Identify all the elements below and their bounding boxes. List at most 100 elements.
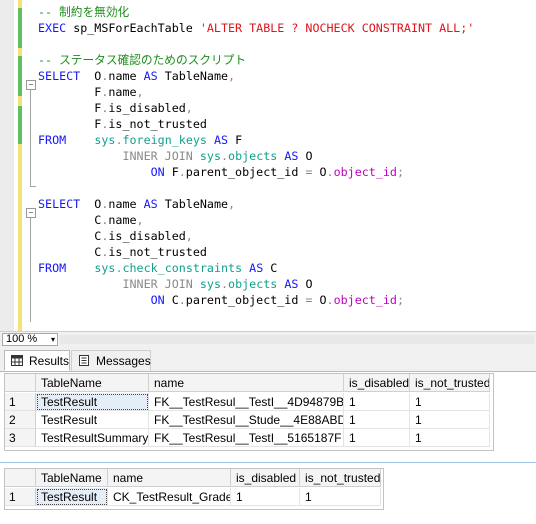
code-token: F <box>38 85 102 99</box>
code-line[interactable]: ON F.parent_object_id = O.object_id; <box>38 164 404 180</box>
code-token: objects <box>228 149 278 163</box>
code-token: , <box>228 69 236 83</box>
column-header[interactable]: TableName <box>36 374 149 392</box>
column-header[interactable]: is_not_trusted <box>410 374 490 392</box>
code-token: sys <box>199 277 221 291</box>
code-line[interactable]: FROM sys.check_constraints AS C <box>38 260 277 276</box>
code-line[interactable]: SELECT O.name AS TableName, <box>38 68 235 84</box>
results-tab-bar: Results Messages <box>0 347 536 372</box>
code-token: ; <box>396 165 404 179</box>
code-line[interactable]: INNER JOIN sys.objects AS O <box>38 276 313 292</box>
grid-cell[interactable]: FK__TestResul__TestI__4D94879B <box>149 393 344 411</box>
code-token: , <box>185 101 193 115</box>
code-token: AS <box>249 261 264 275</box>
code-token: AS <box>284 149 299 163</box>
change-bar-saved <box>18 96 22 106</box>
collapse-toggle[interactable]: − <box>26 80 36 90</box>
code-token: F <box>228 133 243 147</box>
change-bar-edited <box>18 56 22 96</box>
collapse-toggle[interactable]: − <box>26 208 36 218</box>
code-line[interactable]: F.is_not_trusted <box>38 116 207 132</box>
code-token: , <box>228 197 236 211</box>
results-grid-2[interactable]: TableName name is_disabled is_not_trusted 1 T… <box>4 468 384 510</box>
code-token: INNER JOIN <box>122 149 193 163</box>
code-line[interactable]: C.is_disabled, <box>38 228 193 244</box>
tab-results[interactable]: Results <box>4 350 70 371</box>
grid-cell[interactable]: 1 <box>231 488 300 506</box>
grid-cell[interactable]: CK_TestResult_Grade <box>108 488 231 506</box>
code-line[interactable]: F.is_disabled, <box>38 100 193 116</box>
code-line[interactable]: -- ステータス確認のためのスクリプト <box>38 52 246 68</box>
grid-cell[interactable]: FK__TestResul__TestI__5165187F <box>149 429 344 447</box>
code-token: AS <box>143 69 158 83</box>
code-line[interactable]: EXEC sp_MSForEachTable 'ALTER TABLE ? NO… <box>38 20 474 36</box>
code-token: C <box>164 293 179 307</box>
row-number[interactable]: 3 <box>5 429 36 447</box>
code-token: O <box>312 293 327 307</box>
code-token: name <box>108 69 144 83</box>
zoom-value: 100 % <box>6 333 38 345</box>
grid-cell[interactable]: 1 <box>410 429 490 447</box>
grid-cell[interactable]: FK__TestResul__Stude__4E88ABD4 <box>149 411 344 429</box>
code-line[interactable]: F.name, <box>38 84 143 100</box>
code-token: F <box>38 101 102 115</box>
code-token: name <box>108 85 137 99</box>
code-line[interactable]: -- 制約を無効化 <box>38 4 129 20</box>
grid-cell[interactable]: 1 <box>344 429 410 447</box>
row-number[interactable]: 2 <box>5 411 36 429</box>
code-line[interactable]: C.name, <box>38 212 144 228</box>
code-token: . <box>178 165 186 179</box>
grid-splitter[interactable] <box>0 462 536 463</box>
results-grid-1[interactable]: TableName name is_disabled is_not_trusted 1 T… <box>4 373 494 451</box>
column-header[interactable]: is_disabled <box>231 469 300 487</box>
code-token: . <box>326 293 334 307</box>
change-bar-saved <box>18 48 22 56</box>
code-line[interactable]: SELECT O.name AS TableName, <box>38 196 235 212</box>
code-token: O <box>298 277 313 291</box>
code-token: O <box>80 197 102 211</box>
grid-cell[interactable]: 1 <box>344 411 410 429</box>
code-token: C <box>38 245 102 259</box>
code-token: is_not_trusted <box>108 117 207 131</box>
column-header[interactable]: name <box>108 469 231 487</box>
column-header[interactable]: is_not_trusted <box>300 469 381 487</box>
code-line[interactable]: INNER JOIN sys.objects AS O <box>38 148 312 164</box>
code-line[interactable]: FROM sys.foreign_keys AS F <box>38 132 242 148</box>
editor-status-strip: 100 % ▾ <box>0 331 536 347</box>
zoom-dropdown[interactable]: 100 % ▾ <box>2 333 58 346</box>
row-number[interactable]: 1 <box>5 488 36 506</box>
grid-cell[interactable]: 1 <box>410 411 490 429</box>
code-token: ; <box>396 293 404 307</box>
row-number[interactable]: 1 <box>5 393 36 411</box>
code-line[interactable]: ON C.parent_object_id = O.object_id; <box>38 292 404 308</box>
grid-cell[interactable]: 1 <box>410 393 490 411</box>
column-header[interactable]: name <box>149 374 344 392</box>
grid-corner[interactable] <box>5 374 36 392</box>
outline-guide-end <box>30 186 36 187</box>
grid-cell[interactable]: 1 <box>344 393 410 411</box>
column-header[interactable]: is_disabled <box>344 374 410 392</box>
horizontal-scrollbar[interactable] <box>60 335 534 344</box>
grid-cell[interactable]: TestResult <box>36 488 108 506</box>
tab-results-label: Results <box>29 354 70 368</box>
query-editor[interactable]: − − -- 制約を無効化 EXEC sp_MSForEachTable 'ALT… <box>0 0 536 331</box>
code-token: objects <box>228 277 278 291</box>
column-header[interactable]: TableName <box>36 469 108 487</box>
grid-corner[interactable] <box>5 469 36 487</box>
code-token: , <box>136 213 144 227</box>
code-token: name <box>108 213 137 227</box>
tab-messages[interactable]: Messages <box>71 350 151 371</box>
code-token: check_constraints <box>122 261 243 275</box>
code-line[interactable]: C.is_not_trusted <box>38 244 207 260</box>
code-token: sys <box>94 133 116 147</box>
grid-cell[interactable]: TestResultSummary <box>36 429 149 447</box>
change-bar-saved <box>18 0 22 8</box>
code-token: ON <box>150 165 165 179</box>
grid-cell[interactable]: 1 <box>300 488 381 506</box>
code-token: is_disabled <box>108 229 186 243</box>
code-token: F <box>164 165 179 179</box>
grid-cell[interactable]: TestResult <box>36 411 149 429</box>
grid-cell[interactable]: TestResult <box>36 393 149 411</box>
